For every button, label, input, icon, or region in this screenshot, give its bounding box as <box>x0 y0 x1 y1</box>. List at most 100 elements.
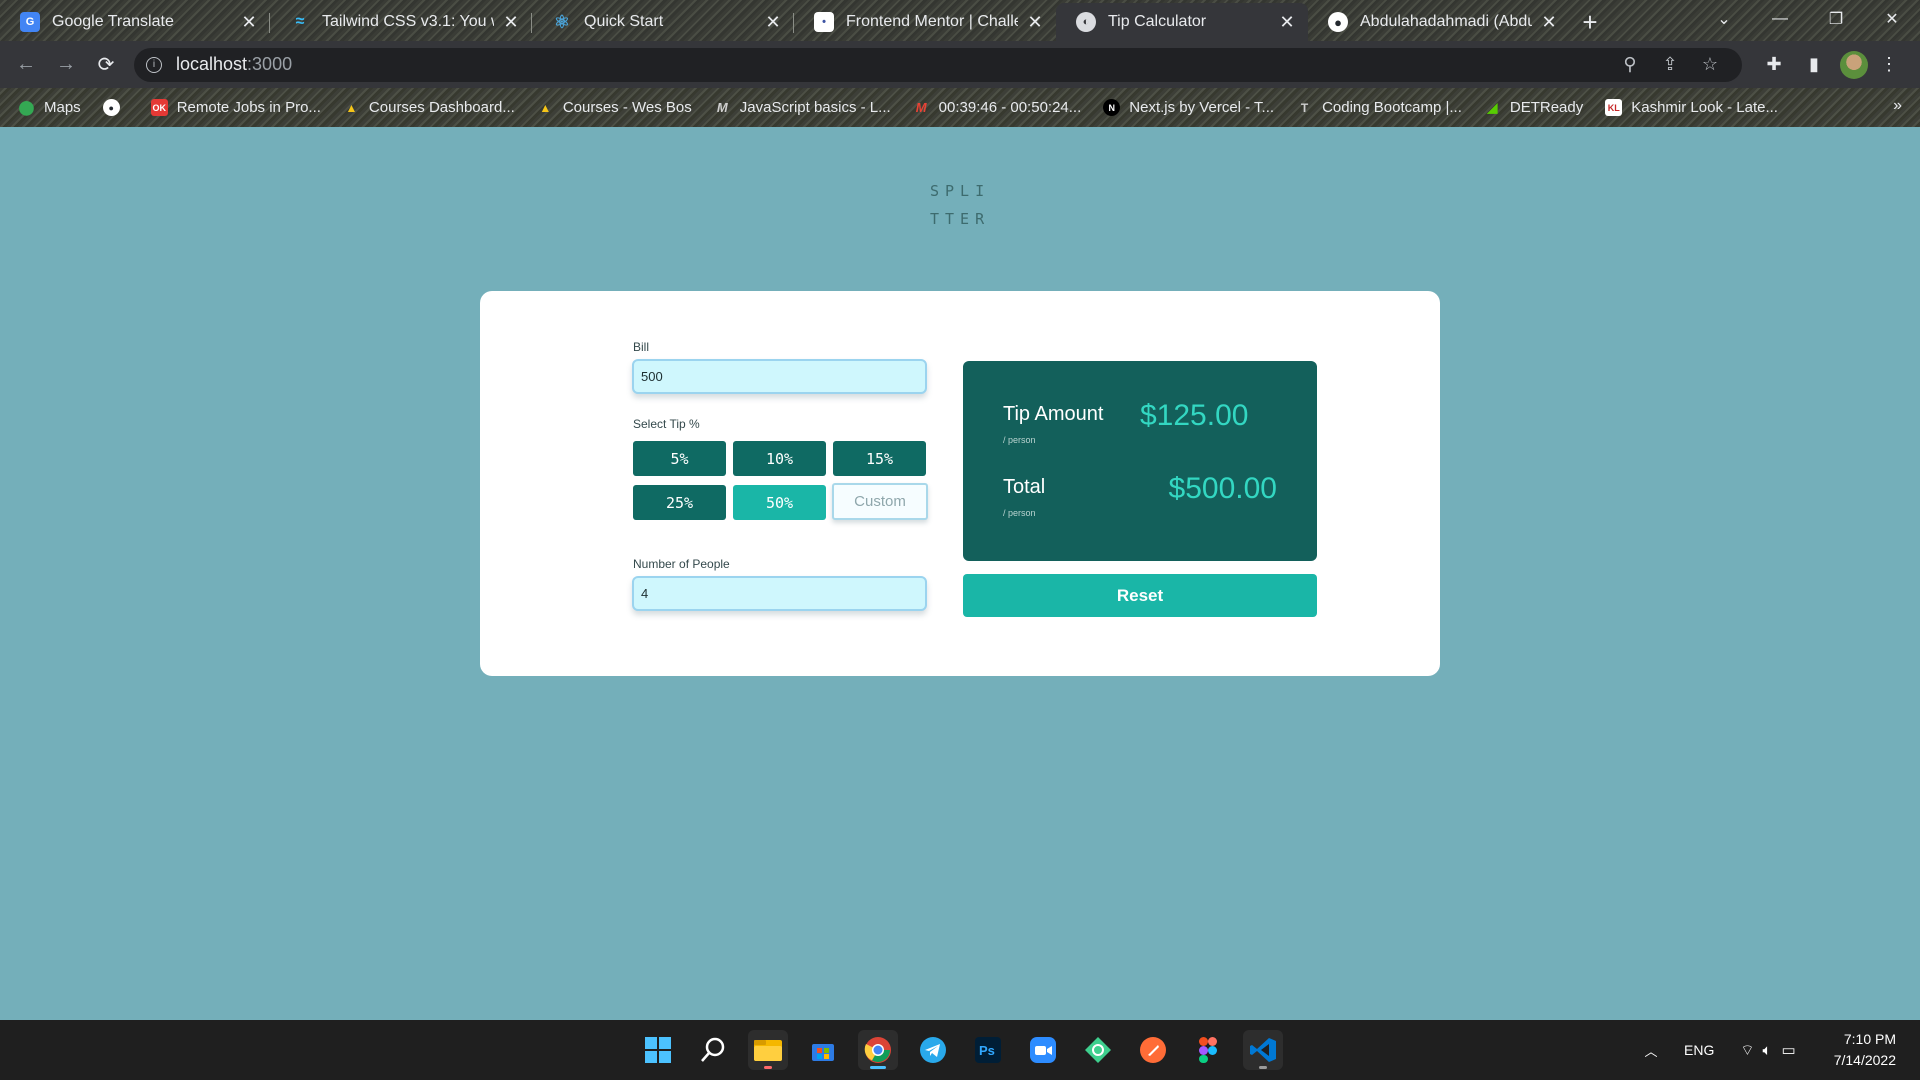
extensions-icon[interactable]: ✚ <box>1754 54 1794 75</box>
globe-icon: ◐ <box>1076 12 1096 32</box>
profile-avatar[interactable] <box>1840 50 1868 79</box>
new-tab-button[interactable]: + <box>1570 3 1610 41</box>
bookmark-github[interactable]: ● <box>102 99 129 116</box>
language-indicator[interactable]: ENG <box>1684 1042 1714 1058</box>
chevron-up-icon[interactable]: ︿ <box>1638 1041 1664 1060</box>
bookmark-label: Kashmir Look - Late... <box>1631 99 1778 116</box>
app-logo: SPLI TTER <box>930 177 990 233</box>
share-icon[interactable]: ⇪ <box>1650 54 1690 75</box>
tab-frontend-mentor[interactable]: • Frontend Mentor | Challeng ✕ <box>794 3 1056 41</box>
wifi-icon[interactable]: ⌔ <box>1740 1041 1754 1060</box>
tab-title: Tip Calculator <box>1108 13 1207 30</box>
tab-title: Abdulahadahmadi (Abdul A <box>1360 13 1532 30</box>
nextjs-icon: N <box>1103 99 1121 116</box>
bookmark-detready[interactable]: ◢ DETReady <box>1484 99 1583 116</box>
tab-tip-calculator[interactable]: ◐ Tip Calculator ✕ <box>1056 3 1308 41</box>
side-panel-icon[interactable]: ▮ <box>1794 54 1834 75</box>
windows-start-icon[interactable] <box>638 1030 678 1070</box>
tip-amount-per-person: / person <box>1003 435 1036 445</box>
system-tray: ︿ ENG ⌔ 🔈︎ ▭ <box>1638 1020 1795 1080</box>
custom-tip-input[interactable]: Custom <box>832 483 928 520</box>
bill-input[interactable]: 500 <box>632 359 927 394</box>
maps-icon: ⬤ <box>18 99 35 115</box>
clock-time: 7:10 PM <box>1843 1031 1896 1047</box>
tab-google-translate[interactable]: G Google Translate ✕ <box>0 3 270 41</box>
react-icon: ⚛ <box>553 11 571 32</box>
close-icon[interactable]: ✕ <box>240 12 258 33</box>
bill-label: Bill <box>633 340 650 354</box>
bookmark-coding-bootcamp[interactable]: T Coding Bootcamp |... <box>1296 99 1462 116</box>
close-icon[interactable]: ✕ <box>764 12 782 33</box>
telegram-icon[interactable] <box>913 1030 953 1070</box>
vscode-icon[interactable] <box>1243 1030 1283 1070</box>
bookmark-label: Courses Dashboard... <box>368 99 515 116</box>
tab-title: Google Translate <box>52 13 174 30</box>
close-window-button[interactable]: ✕ <box>1864 0 1920 38</box>
site-info-icon[interactable]: i <box>146 56 162 73</box>
bookmark-video-clip[interactable]: M 00:39:46 - 00:50:24... <box>913 99 1082 116</box>
more-bookmarks-icon[interactable]: » <box>1893 97 1902 115</box>
reset-button[interactable]: Reset <box>963 574 1317 617</box>
bookmark-nextjs[interactable]: N Next.js by Vercel - T... <box>1103 99 1274 116</box>
bookmark-kashmir-look[interactable]: KL Kashmir Look - Late... <box>1605 99 1778 116</box>
tab-tailwind[interactable]: ≈ Tailwind CSS v3.1: You wann ✕ <box>270 3 532 41</box>
forward-button[interactable]: → <box>46 45 86 85</box>
window-controls: ⌄ — ❐ ✕ <box>1696 0 1920 38</box>
tab-quick-start[interactable]: ⚛ Quick Start ✕ <box>532 3 794 41</box>
tip-button-15[interactable]: 15% <box>833 441 926 476</box>
kl-icon: KL <box>1605 99 1623 116</box>
windows-taskbar: Ps ︿ ENG ⌔ 🔈︎ ▭ 7:10 PM 7/14/2022 <box>0 1020 1920 1080</box>
bookmark-label: Coding Bootcamp |... <box>1322 99 1462 116</box>
chrome-icon[interactable] <box>858 1030 898 1070</box>
figma-icon[interactable] <box>1188 1030 1228 1070</box>
close-icon[interactable]: ✕ <box>1026 12 1044 33</box>
photoshop-icon[interactable]: Ps <box>968 1030 1008 1070</box>
zoom-icon[interactable]: ⚲ <box>1610 54 1650 75</box>
tip-button-10[interactable]: 10% <box>733 441 826 476</box>
tab-search-icon[interactable]: ⌄ <box>1696 0 1752 38</box>
tab-title: Quick Start <box>584 13 664 30</box>
browser-toolbar: ← → ⟳ i localhost:3000 ⚲ ⇪ ☆ ✚ ▮ ⋮ <box>0 41 1920 88</box>
result-panel: Tip Amount / person $125.00 Total / pers… <box>963 361 1317 561</box>
bookmark-remote-jobs[interactable]: OK Remote Jobs in Pro... <box>150 99 321 116</box>
menu-icon[interactable]: ⋮ <box>1874 54 1904 75</box>
reload-button[interactable]: ⟳ <box>86 45 126 85</box>
close-icon[interactable]: ✕ <box>1278 12 1296 33</box>
tip-button-5[interactable]: 5% <box>633 441 726 476</box>
people-value: 4 <box>641 586 649 601</box>
sourcetree-icon[interactable] <box>1078 1030 1118 1070</box>
back-button[interactable]: ← <box>6 45 46 85</box>
battery-icon[interactable]: ▭ <box>1781 1041 1795 1059</box>
total-per-person: / person <box>1003 508 1036 518</box>
bookmark-label: Courses - Wes Bos <box>562 99 692 116</box>
close-icon[interactable]: ✕ <box>502 12 520 33</box>
minimize-button[interactable]: — <box>1752 0 1808 38</box>
volume-icon[interactable]: 🔈︎ <box>1762 1042 1771 1059</box>
people-input[interactable]: 4 <box>632 576 927 611</box>
bookmark-courses-dashboard[interactable]: ▲ Courses Dashboard... <box>343 99 515 116</box>
zoom-icon[interactable] <box>1023 1030 1063 1070</box>
search-icon[interactable] <box>693 1030 733 1070</box>
postman-icon[interactable] <box>1133 1030 1173 1070</box>
address-bar[interactable]: i localhost:3000 ⚲ ⇪ ☆ <box>134 47 1742 82</box>
bookmark-star-icon[interactable]: ☆ <box>1690 54 1730 75</box>
bookmark-maps[interactable]: ⬤ Maps <box>18 99 81 116</box>
close-icon[interactable]: ✕ <box>1540 12 1558 33</box>
tip-button-50[interactable]: 50% <box>733 485 826 520</box>
browser-tab-strip: G Google Translate ✕ ≈ Tailwind CSS v3.1… <box>0 0 1920 41</box>
file-explorer-icon[interactable] <box>748 1030 788 1070</box>
tip-amount-value: $125.00 <box>1140 399 1249 432</box>
tip-button-25[interactable]: 25% <box>633 485 726 520</box>
frontend-mentor-icon: • <box>814 12 834 32</box>
bookmark-label: DETReady <box>1509 99 1584 116</box>
bookmark-label: 00:39:46 - 00:50:24... <box>938 99 1082 116</box>
logo-line-1: SPLI <box>930 182 991 200</box>
github-icon: ● <box>1328 12 1348 32</box>
microsoft-store-icon[interactable] <box>803 1030 843 1070</box>
bookmark-javascript-basics[interactable]: M JavaScript basics - L... <box>714 99 891 116</box>
bookmark-wes-bos[interactable]: ▲ Courses - Wes Bos <box>537 99 692 116</box>
clock[interactable]: 7:10 PM 7/14/2022 <box>1834 1029 1896 1071</box>
tab-github[interactable]: ● Abdulahadahmadi (Abdul A ✕ <box>1308 3 1570 41</box>
restore-button[interactable]: ❐ <box>1808 0 1864 38</box>
fire-icon: ▲ <box>345 100 358 115</box>
